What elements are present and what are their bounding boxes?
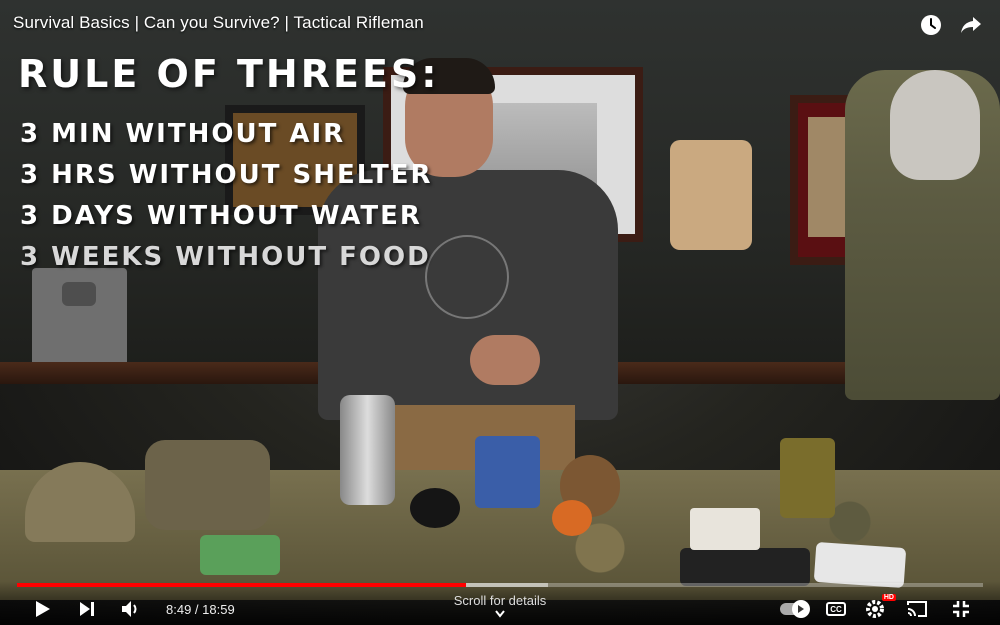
video-player[interactable]: Survival Basics | Can you Survive? | Tac… <box>0 0 1000 625</box>
top-actions <box>918 12 984 38</box>
autoplay-knob <box>792 600 810 618</box>
rule-air: 3 MIN WITHOUT AIR <box>20 119 346 149</box>
rules-list: 3 MIN WITHOUT AIR 3 HRS WITHOUT SHELTER … <box>20 114 433 278</box>
white-tubes <box>690 508 760 550</box>
shirt-logo <box>425 235 509 319</box>
play-button-award <box>32 268 127 368</box>
share-icon[interactable] <box>958 12 984 38</box>
orange-container <box>552 500 592 536</box>
autoplay-toggle[interactable] <box>780 600 810 618</box>
cord-spool <box>410 488 460 528</box>
award-play-logo <box>62 282 96 306</box>
fuel-can <box>780 438 835 518</box>
progress-played <box>17 583 467 587</box>
progress-bar[interactable] <box>17 583 983 587</box>
presenter-hand <box>470 335 540 385</box>
card-pack <box>200 535 280 575</box>
exit-fullscreen-icon[interactable] <box>948 596 974 622</box>
cc-icon[interactable]: CC <box>826 602 846 616</box>
mannequin-head <box>890 70 980 180</box>
rule-shelter: 3 HRS WITHOUT SHELTER <box>20 160 433 190</box>
steel-bottle <box>340 395 395 505</box>
hd-badge: HD <box>881 594 896 601</box>
rule-of-threes-heading: RULE OF THREES: <box>18 52 440 96</box>
gear-icon <box>866 600 884 618</box>
water-ration-box <box>475 436 540 508</box>
award-plaque <box>670 140 752 250</box>
boots <box>145 440 270 530</box>
rule-food: 3 WEEKS WITHOUT FOOD <box>20 242 431 272</box>
clock-icon[interactable] <box>918 12 944 38</box>
cast-icon[interactable] <box>904 596 930 622</box>
chevron-down-icon[interactable] <box>494 609 506 619</box>
video-title[interactable]: Survival Basics | Can you Survive? | Tac… <box>13 13 424 33</box>
settings-button[interactable]: HD <box>864 594 896 620</box>
rule-water: 3 DAYS WITHOUT WATER <box>20 201 422 231</box>
right-controls: CC HD <box>780 594 974 622</box>
